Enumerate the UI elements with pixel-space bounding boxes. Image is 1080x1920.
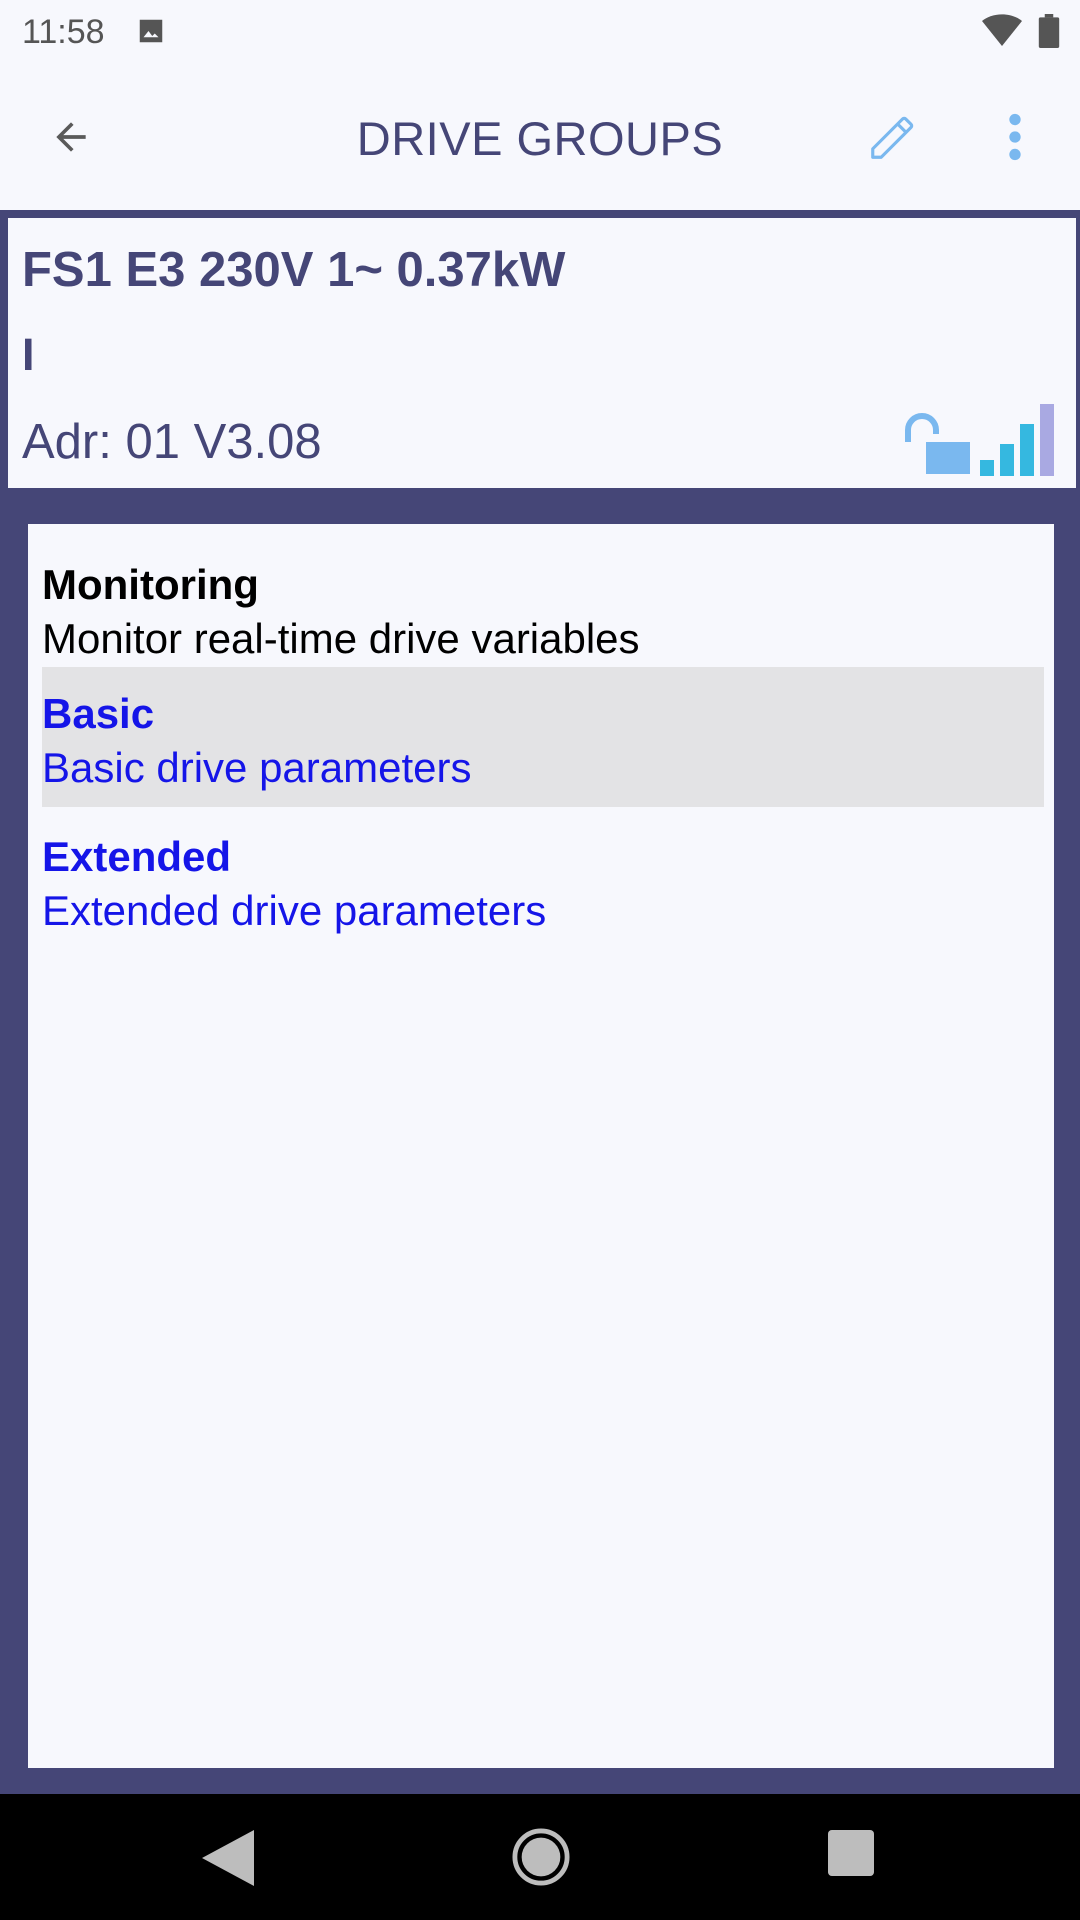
item-title: Monitoring (42, 561, 259, 608)
system-nav-bar (0, 1794, 1080, 1920)
device-name: FS1 E3 230V 1~ 0.37kW (22, 243, 566, 297)
group-list: Monitoring Monitor real-time drive varia… (28, 524, 1054, 1768)
status-time: 11:58 (22, 13, 105, 51)
app-bar: DRIVE GROUPS (0, 64, 1080, 210)
item-title: Basic (42, 690, 155, 737)
battery-icon (1038, 14, 1060, 48)
photo-icon (139, 19, 163, 43)
more-options-button[interactable] (990, 104, 1040, 170)
item-description: Monitor real-time drive variables (42, 615, 640, 662)
nav-recents-icon[interactable] (828, 1830, 874, 1876)
item-title: Extended (42, 833, 232, 880)
item-description: Extended drive parameters (42, 887, 547, 934)
nav-home-icon[interactable] (512, 1828, 570, 1886)
device-address: Adr: 01 V3.08 (22, 415, 322, 469)
item-description: Basic drive parameters (42, 744, 472, 791)
wifi-icon (982, 14, 1022, 47)
nav-back-icon[interactable] (202, 1830, 254, 1886)
device-state: I (22, 329, 35, 380)
more-vert-icon (1009, 113, 1021, 161)
pencil-icon (871, 116, 914, 159)
device-card: FS1 E3 230V 1~ 0.37kW I Adr: 01 V3.08 (8, 218, 1076, 488)
unlocked-padlock-icon[interactable] (900, 412, 970, 474)
list-item-basic[interactable]: Basic Basic drive parameters (42, 667, 1044, 807)
signal-strength-icon (980, 404, 1054, 476)
edit-button[interactable] (860, 104, 926, 170)
list-item-extended[interactable]: Extended Extended drive parameters (42, 810, 1044, 950)
list-item-monitoring[interactable]: Monitoring Monitor real-time drive varia… (42, 538, 1044, 678)
status-bar: 11:58 (0, 0, 1080, 64)
